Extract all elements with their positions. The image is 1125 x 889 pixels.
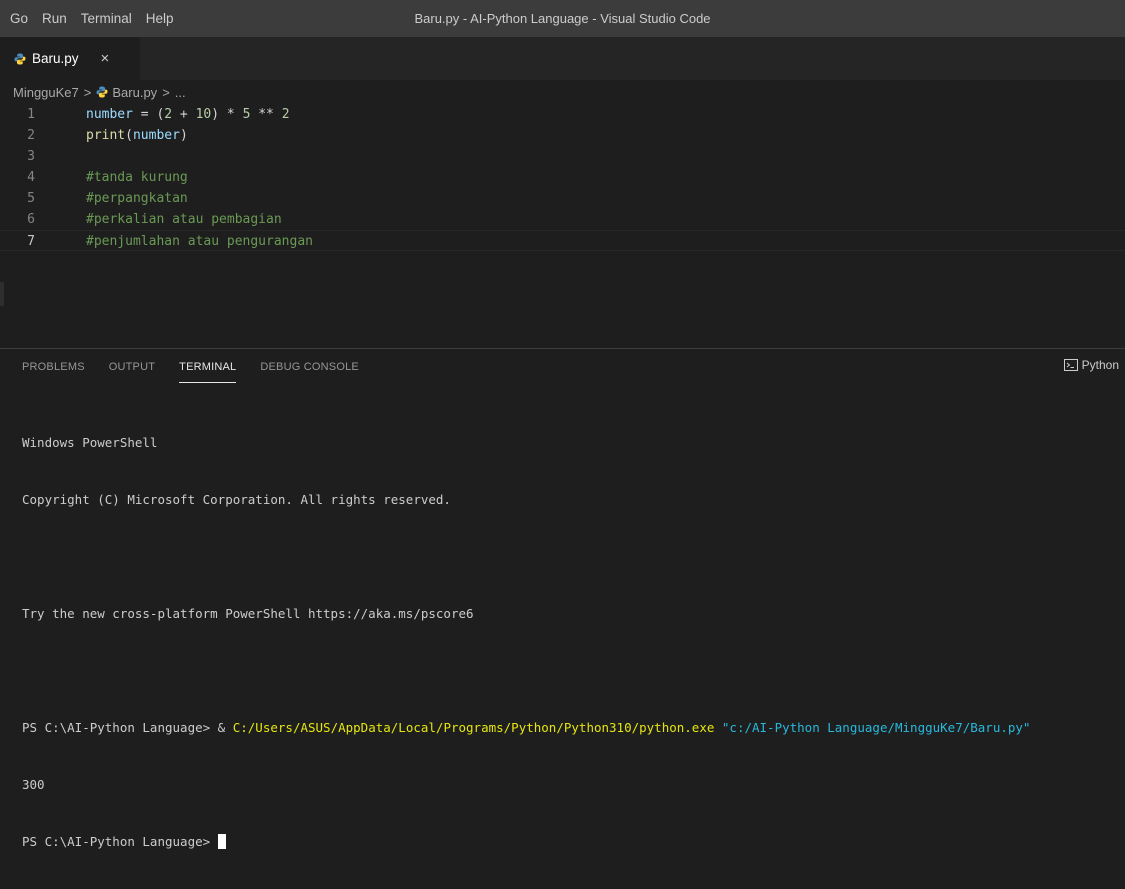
- terminal-shell-selector[interactable]: Python: [1063, 358, 1119, 372]
- line-number: 2: [27, 128, 35, 143]
- menu-bar: Go Run Terminal Help: [0, 11, 188, 26]
- line-number: 7: [27, 234, 35, 249]
- code-line[interactable]: 1 number = (2 + 10) * 5 ** 2: [0, 104, 1125, 125]
- breadcrumb-file[interactable]: Baru.py: [112, 85, 157, 100]
- terminal-command-line: PS C:\AI-Python Language> & C:/Users/ASU…: [22, 718, 1117, 737]
- python-file-icon: [14, 53, 26, 64]
- token-function: print: [86, 128, 126, 143]
- terminal-script-path: "c:/AI-Python Language/MingguKe7/Baru.py…: [714, 720, 1031, 735]
- terminal-result: 300: [22, 777, 45, 792]
- token-operator: (: [125, 128, 133, 143]
- breadcrumb: MingguKe7 > Baru.py > ...: [0, 80, 1125, 104]
- terminal-line: Windows PowerShell: [22, 435, 158, 450]
- bottom-panel: PROBLEMS OUTPUT TERMINAL DEBUG CONSOLE P…: [0, 348, 1125, 849]
- code-comment: #perpangkatan: [86, 191, 188, 206]
- tab-problems[interactable]: PROBLEMS: [22, 349, 85, 385]
- line-number: 1: [27, 107, 35, 122]
- breadcrumb-folder[interactable]: MingguKe7: [13, 85, 79, 100]
- line-number: 5: [27, 191, 35, 206]
- token-operator: ): [179, 128, 188, 143]
- token-variable: number: [132, 128, 180, 143]
- terminal-output[interactable]: Windows PowerShell Copyright (C) Microso…: [22, 395, 1117, 889]
- code-text: number = (2 + 10) * 5 ** 2: [86, 104, 290, 125]
- code-line[interactable]: 4 #tanda kurung: [0, 167, 1125, 188]
- token-operator: +: [172, 107, 196, 122]
- chevron-right-icon: >: [162, 84, 170, 100]
- token-operator: **: [250, 107, 282, 122]
- gutter-marker: [0, 282, 4, 306]
- code-comment: #penjumlahan atau pengurangan: [86, 234, 313, 249]
- code-line[interactable]: 3: [0, 146, 1125, 167]
- terminal-prompt: PS C:\AI-Python Language>: [22, 834, 218, 849]
- token-number: 10: [195, 107, 212, 122]
- menu-terminal[interactable]: Terminal: [81, 11, 132, 26]
- code-line[interactable]: 6 #perkalian atau pembagian: [0, 209, 1125, 230]
- shell-label: Python: [1081, 358, 1119, 372]
- panel-tabs: PROBLEMS OUTPUT TERMINAL DEBUG CONSOLE: [22, 349, 383, 385]
- terminal-icon: [1063, 359, 1078, 371]
- terminal-prompt: PS C:\AI-Python Language>: [22, 720, 218, 735]
- code-line[interactable]: 5 #perpangkatan: [0, 188, 1125, 209]
- code-editor[interactable]: 1 number = (2 + 10) * 5 ** 2 2 print(num…: [0, 104, 1125, 348]
- tab-output[interactable]: OUTPUT: [109, 349, 155, 385]
- menu-run[interactable]: Run: [42, 11, 67, 26]
- terminal-line: Copyright (C) Microsoft Corporation. All…: [22, 492, 451, 507]
- menu-go[interactable]: Go: [10, 11, 28, 26]
- code-comment: #tanda kurung: [86, 170, 188, 185]
- chevron-right-icon: >: [83, 84, 92, 100]
- terminal-exe-path: C:/Users/ASUS/AppData/Local/Programs/Pyt…: [232, 720, 715, 735]
- token-operator: = (: [132, 107, 165, 122]
- line-number: 4: [27, 170, 35, 185]
- token-number: 2: [164, 107, 173, 122]
- code-line[interactable]: 2 print(number): [0, 125, 1125, 146]
- terminal-blank: [22, 661, 1117, 680]
- menu-help[interactable]: Help: [146, 11, 174, 26]
- line-number: 6: [27, 212, 35, 227]
- terminal-operator: &: [217, 720, 233, 735]
- token-number: 2: [281, 107, 290, 122]
- code-comment: #perkalian atau pembagian: [86, 212, 282, 227]
- code-line-current[interactable]: 7 #penjumlahan atau pengurangan: [0, 230, 1125, 251]
- breadcrumb-symbols[interactable]: ...: [175, 85, 186, 100]
- tab-baru-py[interactable]: Baru.py ×: [0, 37, 140, 80]
- tab-debug-console[interactable]: DEBUG CONSOLE: [260, 349, 359, 385]
- token-operator: ) *: [211, 107, 243, 122]
- code-text: print(number): [86, 125, 188, 146]
- terminal-line: Try the new cross-platform PowerShell ht…: [22, 606, 474, 621]
- python-file-icon: [96, 86, 108, 98]
- line-number: 3: [27, 149, 35, 164]
- close-icon[interactable]: ×: [101, 50, 110, 67]
- tab-label: Baru.py: [32, 51, 79, 66]
- terminal-cursor: [217, 834, 226, 849]
- token-variable: number: [86, 107, 133, 122]
- title-bar: Go Run Terminal Help Baru.py - AI-Python…: [0, 0, 1125, 37]
- tab-terminal[interactable]: TERMINAL: [179, 349, 237, 385]
- editor-tab-bar: Baru.py ×: [0, 37, 1125, 80]
- terminal-prompt-line[interactable]: PS C:\AI-Python Language>: [22, 832, 1117, 851]
